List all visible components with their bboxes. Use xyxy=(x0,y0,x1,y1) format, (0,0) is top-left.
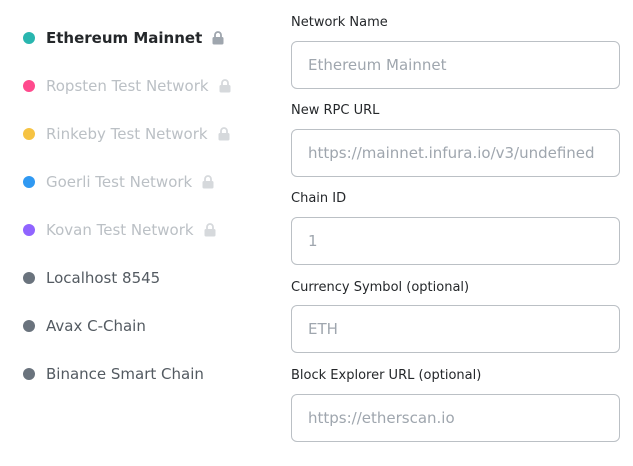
network-color-dot xyxy=(23,320,35,332)
rpc-url-label: New RPC URL xyxy=(291,103,380,118)
network-label: Ethereum Mainnet xyxy=(46,29,203,47)
network-color-dot xyxy=(23,368,35,380)
network-name-label: Network Name xyxy=(291,15,388,30)
network-item-ethereum-mainnet[interactable]: Ethereum Mainnet xyxy=(0,14,270,62)
network-item-rinkeby[interactable]: Rinkeby Test Network xyxy=(0,110,270,158)
network-color-dot xyxy=(23,272,35,284)
network-label: Binance Smart Chain xyxy=(46,365,204,383)
network-label: Avax C-Chain xyxy=(46,317,146,335)
lock-icon xyxy=(212,31,224,45)
network-label: Ropsten Test Network xyxy=(46,77,209,95)
network-color-dot xyxy=(23,32,35,44)
network-label: Rinkeby Test Network xyxy=(46,125,208,143)
network-item-kovan[interactable]: Kovan Test Network xyxy=(0,206,270,254)
currency-symbol-label: Currency Symbol (optional) xyxy=(291,280,470,295)
block-explorer-label: Block Explorer URL (optional) xyxy=(291,368,482,383)
network-color-dot xyxy=(23,176,35,188)
network-item-goerli[interactable]: Goerli Test Network xyxy=(0,158,270,206)
network-label: Goerli Test Network xyxy=(46,173,193,191)
network-item-binance[interactable]: Binance Smart Chain xyxy=(0,350,270,398)
rpc-url-input[interactable] xyxy=(291,129,620,177)
network-color-dot xyxy=(23,224,35,236)
chain-id-label: Chain ID xyxy=(291,191,347,206)
chain-id-input[interactable] xyxy=(291,217,620,265)
network-color-dot xyxy=(23,80,35,92)
network-item-ropsten[interactable]: Ropsten Test Network xyxy=(0,62,270,110)
currency-symbol-input[interactable] xyxy=(291,305,620,353)
network-label: Localhost 8545 xyxy=(46,269,161,287)
lock-icon xyxy=(219,79,231,93)
network-color-dot xyxy=(23,128,35,140)
network-item-localhost[interactable]: Localhost 8545 xyxy=(0,254,270,302)
lock-icon xyxy=(218,127,230,141)
network-list: Ethereum Mainnet Ropsten Test Network Ri… xyxy=(0,14,270,398)
lock-icon xyxy=(202,175,214,189)
block-explorer-input[interactable] xyxy=(291,394,620,442)
network-name-input[interactable] xyxy=(291,41,620,89)
network-label: Kovan Test Network xyxy=(46,221,194,239)
lock-icon xyxy=(204,223,216,237)
network-item-avax[interactable]: Avax C-Chain xyxy=(0,302,270,350)
